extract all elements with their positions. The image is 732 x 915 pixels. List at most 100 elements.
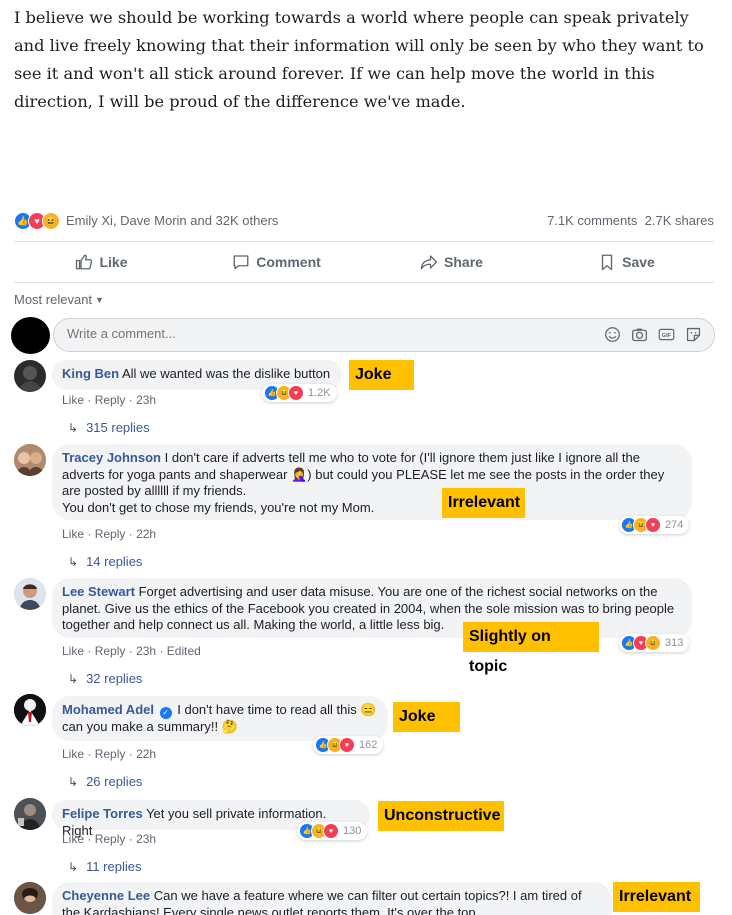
reaction-icons[interactable]: 👍 ♥ 😆	[14, 212, 64, 230]
comment-meta: Like · Reply · 23h · Edited	[62, 644, 201, 658]
comment-time[interactable]: 22h	[136, 747, 156, 761]
comment-reply-link[interactable]: Reply	[95, 393, 126, 407]
comment-item: Lee Stewart Forget advertising and user …	[0, 578, 732, 688]
replies-count: 14 replies	[86, 554, 143, 569]
comment-time[interactable]: 22h	[136, 527, 156, 541]
comment-like-link[interactable]: Like	[62, 527, 84, 541]
replies-count: 315 replies	[86, 420, 150, 435]
comment-time[interactable]: 23h	[136, 644, 156, 658]
comment-meta: Like · Reply · 22h	[62, 747, 156, 761]
commenter-avatar[interactable]	[14, 882, 46, 914]
save-label: Save	[622, 254, 655, 270]
share-button[interactable]: Share	[364, 244, 539, 280]
comment-author[interactable]: Mohamed Adel	[62, 702, 154, 717]
comment-author[interactable]: King Ben	[62, 366, 119, 381]
share-label: Share	[444, 254, 483, 270]
comment-reaction-badge[interactable]: 👍 😆 ♥ 274	[619, 516, 690, 534]
comment-meta: Like · Reply · 23h	[62, 393, 156, 407]
divider	[14, 241, 714, 242]
comments-count[interactable]: 7.1K comments	[547, 213, 637, 228]
reaction-count: 162	[359, 739, 378, 751]
comment-like-link[interactable]: Like	[62, 644, 84, 658]
comment-like-link[interactable]: Like	[62, 832, 84, 846]
reply-arrow-icon: ↳	[68, 420, 79, 435]
view-replies-link[interactable]: ↳ 315 replies	[68, 420, 150, 435]
shares-count[interactable]: 2.7K shares	[645, 213, 714, 228]
commenter-avatar[interactable]	[14, 798, 46, 830]
comment-item: Cheyenne Lee Can we have a feature where…	[0, 882, 732, 915]
love-reaction-icon: ♥	[645, 517, 661, 533]
like-button[interactable]: Like	[14, 244, 189, 280]
current-user-avatar[interactable]	[11, 317, 50, 354]
view-replies-link[interactable]: ↳ 14 replies	[68, 554, 142, 569]
reaction-count: 1.2K	[308, 387, 331, 399]
like-label: Like	[99, 254, 128, 270]
comment-item: King Ben All we wanted was the dislike b…	[0, 358, 732, 438]
sort-label: Most relevant	[14, 292, 93, 307]
comment-composer[interactable]: GIF	[53, 318, 715, 352]
comment-like-link[interactable]: Like	[62, 747, 84, 761]
comment-item: Felipe Torres Yet you sell private infor…	[0, 798, 732, 880]
category-tag: Irrelevant	[613, 882, 700, 912]
post-text: I believe we should be working towards a…	[14, 8, 704, 111]
commenter-avatar[interactable]	[14, 360, 46, 392]
comment-time[interactable]: 23h	[136, 832, 156, 846]
sticker-icon[interactable]	[685, 326, 702, 343]
comment-meta: Like · Reply · 23h	[62, 832, 156, 846]
edited-label[interactable]: Edited	[167, 644, 201, 658]
comment-reaction-badge[interactable]: 👍 😆 ♥ 130	[297, 822, 368, 840]
save-icon	[601, 254, 613, 271]
comment-reaction-badge[interactable]: 👍 😆 ♥ 162	[313, 736, 384, 754]
post-counts: 7.1K comments 2.7K shares	[547, 213, 714, 228]
commenter-avatar[interactable]	[14, 694, 46, 726]
love-reaction-icon: ♥	[288, 385, 304, 401]
comment-reply-link[interactable]: Reply	[95, 644, 126, 658]
reaction-count: 313	[665, 637, 684, 649]
comment-sort-dropdown[interactable]: Most relevant ▼	[14, 292, 104, 307]
commenter-avatar[interactable]	[14, 444, 46, 476]
comment-time[interactable]: 23h	[136, 393, 156, 407]
comment-author[interactable]: Lee Stewart	[62, 584, 135, 599]
reactors-link[interactable]: Emily Xi, Dave Morin and 32K others	[66, 213, 278, 228]
reply-arrow-icon: ↳	[68, 554, 79, 569]
love-reaction-icon: ♥	[323, 823, 339, 839]
comment-meta: Like · Reply · 22h	[62, 527, 156, 541]
comment-author[interactable]: Felipe Torres	[62, 806, 143, 821]
comment-reply-link[interactable]: Reply	[95, 832, 126, 846]
comment-text: I don't have time to read all this 😑	[177, 702, 377, 717]
comment-reaction-badge[interactable]: 👍 ♥ 😆 313	[619, 634, 690, 652]
camera-icon[interactable]	[631, 326, 648, 343]
comment-input[interactable]	[65, 325, 489, 342]
category-tag: Irrelevant	[442, 488, 525, 518]
comment-item: Mohamed Adel ✓ I don't have time to read…	[0, 694, 732, 794]
view-replies-link[interactable]: ↳ 26 replies	[68, 774, 142, 789]
haha-reaction-icon: 😆	[42, 212, 60, 230]
comment-text: All we wanted was the dislike button	[121, 366, 331, 381]
comment-reply-link[interactable]: Reply	[95, 527, 126, 541]
comment-like-link[interactable]: Like	[62, 393, 84, 407]
reaction-count: 274	[665, 519, 684, 531]
separator: ·	[128, 527, 133, 541]
gif-icon[interactable]: GIF	[658, 326, 675, 343]
comment-reaction-badge[interactable]: 👍 😆 ♥ 1.2K	[262, 384, 337, 402]
haha-reaction-icon: 😆	[645, 635, 661, 651]
comment-text-line-2: can you make a summary!! 🤔	[62, 719, 238, 734]
smiley-icon[interactable]	[604, 326, 621, 343]
comment-author[interactable]: Cheyenne Lee	[62, 888, 150, 903]
separator: ·	[87, 747, 92, 761]
comment-item: Tracey Johnson I don't care if adverts t…	[0, 444, 732, 574]
category-tag: Slightly on topic	[463, 622, 599, 675]
view-replies-link[interactable]: ↳ 32 replies	[68, 671, 142, 686]
like-icon	[76, 254, 93, 270]
comment-reply-link[interactable]: Reply	[95, 747, 126, 761]
view-replies-link[interactable]: ↳ 11 replies	[68, 859, 141, 874]
post-action-bar: Like Comment Share Save	[14, 244, 714, 280]
commenter-avatar[interactable]	[14, 578, 46, 610]
comment-text-line-2: You don't get to chose my friends, you'r…	[62, 499, 375, 515]
comment-author[interactable]: Tracey Johnson	[62, 450, 161, 465]
comment-button[interactable]: Comment	[189, 244, 364, 280]
verified-icon: ✓	[159, 707, 172, 719]
save-button[interactable]: Save	[539, 244, 714, 280]
separator: ·	[128, 832, 133, 846]
separator: ·	[87, 644, 92, 658]
